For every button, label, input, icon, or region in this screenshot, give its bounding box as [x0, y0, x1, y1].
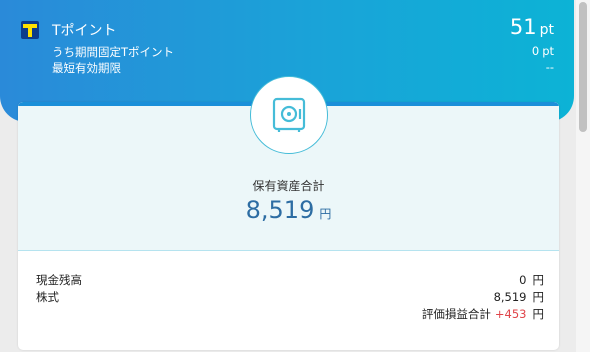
safe-icon-badge [250, 76, 328, 154]
profit-loss-row: 評価損益合計 +453 円 [422, 306, 544, 322]
limited-points-value: 0 [531, 44, 540, 58]
points-value: 51 [509, 15, 537, 39]
stock-label: 株式 [36, 290, 59, 304]
cash-unit: 円 [532, 273, 545, 287]
total-assets: 8,519 円 [18, 196, 559, 224]
total-assets-unit: 円 [319, 207, 332, 221]
profit-loss-value: +453 [494, 307, 527, 321]
cash-value: 0 [519, 273, 527, 287]
cash-balance: 0円 [519, 272, 544, 288]
stock-value: 8,519 [493, 290, 527, 304]
expiry-label: 最短有効期限 [52, 61, 121, 75]
limited-points-unit: pt [542, 44, 554, 58]
stock-unit: 円 [532, 290, 545, 304]
profit-loss-unit: 円 [532, 307, 545, 321]
points-title: Tポイント [52, 23, 117, 39]
points-unit: pt [539, 22, 554, 38]
points-total: 51 pt [510, 15, 554, 39]
limited-points-label: うち期間固定Tポイント [52, 45, 175, 59]
total-assets-value: 8,519 [245, 196, 315, 224]
t-point-logo-icon [21, 21, 39, 39]
safe-icon [272, 97, 306, 132]
total-assets-label: 保有資産合計 [252, 179, 325, 193]
profit-loss-label: 評価損益合計 [421, 307, 491, 321]
limited-points: 0 pt [532, 44, 554, 58]
scrollbar-thumb[interactable] [579, 2, 587, 132]
expiry-value: -- [545, 60, 554, 74]
cash-label: 現金残高 [36, 273, 82, 287]
stock-balance: 8,519 円 [494, 289, 544, 305]
